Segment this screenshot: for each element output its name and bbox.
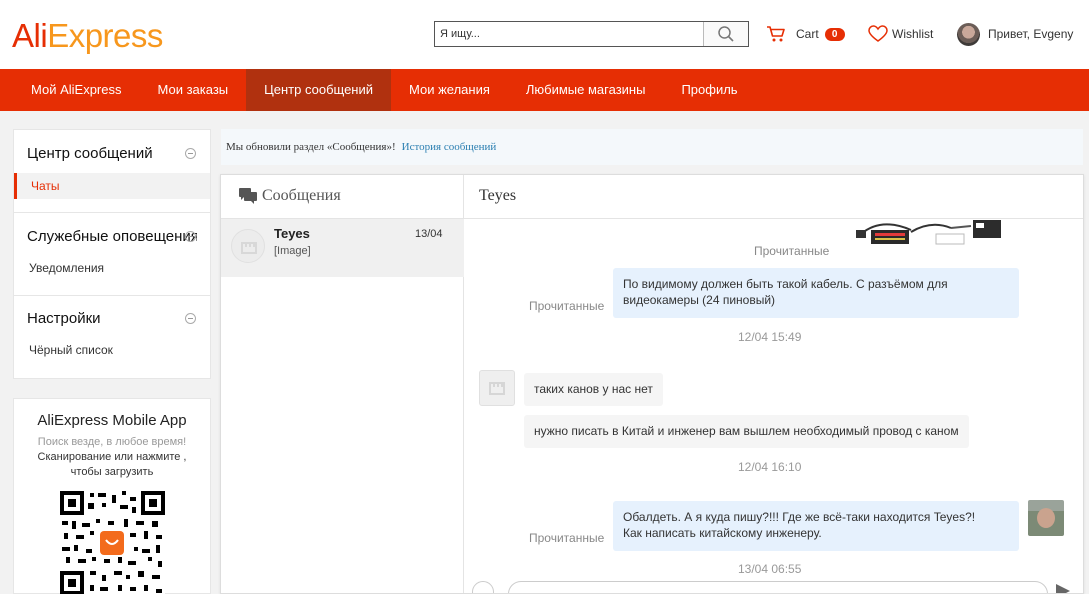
cart-icon bbox=[767, 26, 785, 42]
wishlist-link[interactable]: Wishlist bbox=[868, 24, 933, 44]
divider bbox=[14, 212, 210, 213]
incoming-message: таких канов у нас нет bbox=[524, 373, 663, 406]
nav-wishlist[interactable]: Мои желания bbox=[391, 69, 508, 111]
nav-my-orders[interactable]: Мои заказы bbox=[140, 69, 247, 111]
sidebar-item-chats[interactable]: Чаты bbox=[14, 173, 210, 199]
outgoing-message: По видимому должен быть такой кабель. С … bbox=[613, 268, 1019, 318]
incoming-message: нужно писать в Китай и инженер вам вышле… bbox=[524, 415, 969, 448]
nav-my-aliexpress[interactable]: Мой AliExpress bbox=[0, 69, 140, 111]
collapse-icon[interactable] bbox=[185, 148, 196, 159]
message-text-line: видеокамеры (24 пиновый) bbox=[623, 293, 776, 307]
thread-header: Teyes bbox=[464, 175, 1083, 219]
sidebar-section-title-service: Служебные оповещения bbox=[27, 228, 197, 245]
update-notice: Мы обновили раздел «Сообщения»! История с… bbox=[221, 129, 1083, 165]
heart-icon bbox=[868, 25, 888, 42]
seller-avatar bbox=[231, 229, 265, 263]
message-input[interactable] bbox=[508, 581, 1048, 593]
message-text-line: Как написать китайскому инженеру. bbox=[623, 526, 822, 540]
message-text-line: Обалдеть. А я куда пишу?!!! Где же всё-т… bbox=[623, 510, 976, 524]
conversation-preview: [Image] bbox=[274, 245, 311, 257]
mobile-app-promo: AliExpress Mobile App Поиск везде, в люб… bbox=[13, 398, 211, 594]
read-status: Прочитанные bbox=[529, 299, 605, 313]
store-icon bbox=[489, 382, 505, 395]
sidebar-section-title-settings: Настройки bbox=[27, 310, 101, 327]
collapse-icon[interactable] bbox=[185, 231, 196, 242]
user-avatar bbox=[1028, 500, 1064, 536]
message-timestamp: 12/04 16:10 bbox=[738, 460, 802, 474]
user-avatar bbox=[957, 22, 980, 46]
read-status: Прочитанные bbox=[754, 244, 830, 258]
aliexpress-logo[interactable]: AliExpress bbox=[12, 17, 163, 55]
outgoing-message: Обалдеть. А я куда пишу?!!! Где же всё-т… bbox=[613, 501, 1019, 551]
nav-favorite-stores[interactable]: Любимые магазины bbox=[508, 69, 664, 111]
nav-message-center[interactable]: Центр сообщений bbox=[246, 69, 391, 111]
conversation-name: Teyes bbox=[274, 226, 310, 241]
app-promo-title: AliExpress Mobile App bbox=[37, 412, 187, 429]
app-promo-line1: Поиск везде, в любое время! bbox=[37, 436, 187, 448]
divider bbox=[14, 295, 210, 296]
collapse-icon[interactable] bbox=[185, 313, 196, 324]
chat-bubbles-icon bbox=[239, 188, 257, 204]
message-thread[interactable]: Прочитанные Прочитанные По видимому долж… bbox=[464, 220, 1083, 594]
wishlist-label: Wishlist bbox=[892, 27, 934, 41]
message-history-link[interactable]: История сообщений bbox=[402, 141, 497, 153]
store-icon bbox=[241, 242, 257, 254]
cart-count-badge: 0 bbox=[824, 27, 845, 41]
conversation-list: Сообщения Teyes [Image] 13/04 bbox=[221, 175, 464, 593]
message-composer bbox=[464, 578, 1083, 594]
emoji-icon[interactable] bbox=[472, 581, 494, 593]
user-menu[interactable]: Привет, Evgeny bbox=[957, 22, 1073, 46]
thread-title: Teyes bbox=[479, 187, 517, 204]
nav-profile[interactable]: Профиль bbox=[663, 69, 755, 111]
main-nav: Мой AliExpress Мои заказы Центр сообщени… bbox=[0, 69, 1089, 111]
notice-text: Мы обновили раздел «Сообщения»! bbox=[226, 141, 396, 153]
sidebar: Центр сообщений Чаты Служебные оповещени… bbox=[13, 129, 211, 379]
app-promo-line2: Сканирование или нажмите , bbox=[37, 451, 187, 463]
message-text-line: По видимому должен быть такой кабель. С … bbox=[623, 277, 948, 291]
read-status: Прочитанные bbox=[529, 531, 605, 545]
site-header: AliExpress Cart 0 Wishlist Привет, Evgen… bbox=[0, 0, 1089, 69]
conversation-item[interactable]: Teyes [Image] 13/04 bbox=[221, 219, 464, 277]
search-box bbox=[434, 21, 749, 47]
logo-express-text: Express bbox=[47, 17, 163, 54]
search-input[interactable] bbox=[435, 22, 704, 46]
cable-photo-image[interactable] bbox=[851, 220, 1006, 256]
sidebar-item-notifications[interactable]: Уведомления bbox=[14, 255, 210, 281]
cart-link[interactable]: Cart 0 bbox=[766, 24, 845, 44]
user-greeting: Привет, Evgeny bbox=[988, 27, 1074, 41]
search-button[interactable] bbox=[703, 22, 748, 46]
qr-code-image[interactable] bbox=[60, 491, 165, 594]
cart-label: Cart bbox=[796, 27, 819, 41]
send-icon[interactable] bbox=[1056, 584, 1070, 594]
app-promo-line3: чтобы загрузить bbox=[70, 466, 154, 478]
chat-panel: Сообщения Teyes [Image] 13/04 Teyes Проч… bbox=[220, 174, 1084, 594]
sidebar-section-title-messages: Центр сообщений bbox=[27, 145, 153, 162]
message-timestamp: 12/04 15:49 bbox=[738, 330, 802, 344]
message-timestamp: 13/04 06:55 bbox=[738, 562, 802, 576]
conversation-date: 13/04 bbox=[415, 228, 443, 240]
sidebar-item-blacklist[interactable]: Чёрный список bbox=[14, 337, 210, 363]
search-icon bbox=[718, 26, 734, 42]
conversation-list-title: Сообщения bbox=[262, 187, 341, 204]
seller-avatar bbox=[479, 370, 515, 406]
conversation-list-header: Сообщения bbox=[221, 175, 464, 219]
logo-ali-text: Ali bbox=[12, 17, 48, 54]
